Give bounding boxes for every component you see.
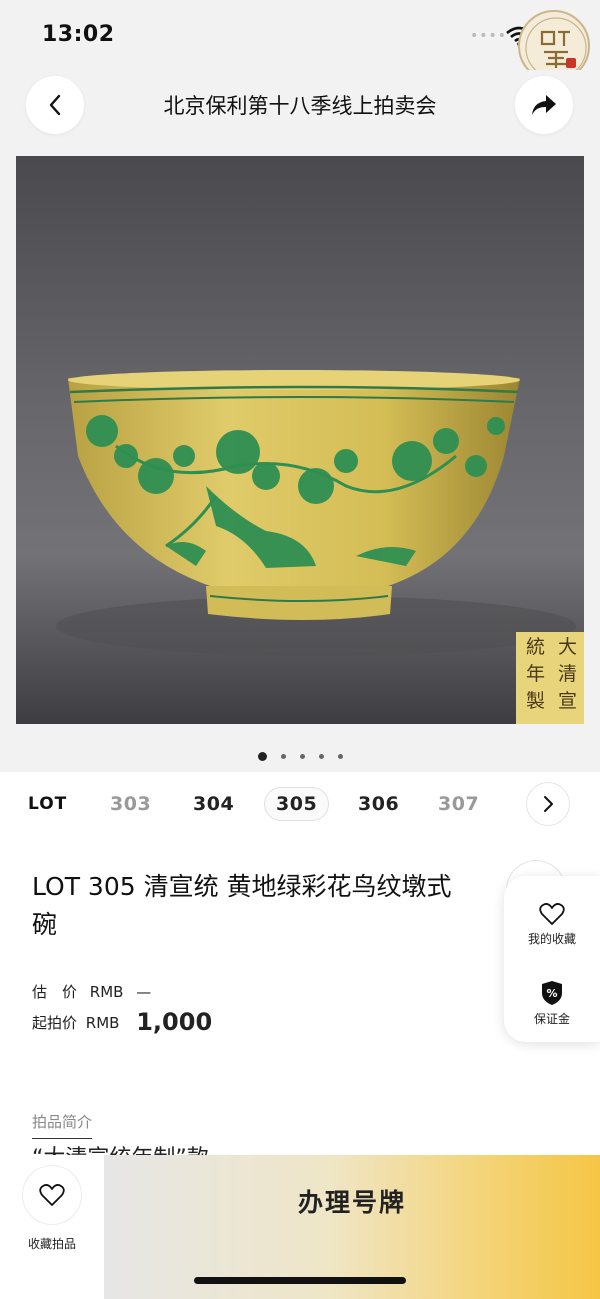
cellular-signal-icon: ••••: [470, 28, 508, 44]
svg-text:統: 統: [526, 636, 545, 658]
lot-photo[interactable]: 大清宣 統年製: [16, 156, 584, 724]
starting-price-value: 1,000: [136, 1008, 213, 1036]
next-lots-button[interactable]: [526, 782, 570, 826]
favorite-lot-label: 收藏拍品: [27, 1237, 76, 1251]
lot-tab-304[interactable]: 304: [193, 793, 234, 815]
svg-text:宣: 宣: [558, 690, 577, 712]
lot-title: LOT 305 清宣统 黄地绿彩花鸟纹墩式碗: [32, 872, 452, 939]
gallery-pagination: [0, 746, 600, 765]
my-favorites-label: 我的收藏: [527, 932, 576, 946]
status-time: 13:02: [42, 22, 115, 47]
pagination-dot[interactable]: [257, 752, 267, 761]
pagination-dot[interactable]: [299, 754, 305, 759]
page-title: 北京保利第十八季线上拍卖会: [163, 94, 437, 118]
app-header: 北京保利第十八季线上拍卖会: [0, 70, 600, 156]
pagination-dot[interactable]: [280, 754, 286, 759]
pagination-dot[interactable]: [318, 754, 324, 759]
image-gallery[interactable]: 大清宣 統年製: [0, 156, 600, 772]
share-arrow-icon: [532, 95, 556, 115]
back-button[interactable]: [26, 76, 84, 134]
bowl-image: 大清宣 統年製: [16, 156, 584, 724]
deposit-symbol: %: [546, 987, 557, 1000]
starting-price-label: 起拍价: [32, 1014, 78, 1032]
lot-tab-306[interactable]: 306: [358, 793, 399, 815]
lot-tab-303[interactable]: 303: [110, 793, 151, 815]
deposit-shield-icon: %: [542, 981, 562, 1005]
estimate-value: —: [136, 983, 152, 1001]
svg-text:大: 大: [558, 636, 577, 658]
register-paddle-label: 办理号牌: [297, 1188, 406, 1217]
favorite-lot-button[interactable]: [22, 1165, 82, 1225]
svg-text:清: 清: [558, 663, 577, 685]
starting-price-row: 起拍价 RMB 1,000: [32, 1008, 212, 1036]
lot-navigator: LOT 303 304 305 306 307: [0, 772, 600, 838]
starting-price-currency: RMB: [85, 1014, 120, 1032]
my-favorites-button[interactable]: 我的收藏: [504, 902, 600, 947]
estimate-currency: RMB: [89, 983, 124, 1001]
svg-text:年: 年: [526, 663, 545, 685]
deposit-label: 保证金: [533, 1012, 570, 1026]
status-bar: 13:02 ••••: [0, 0, 600, 82]
share-button[interactable]: [515, 76, 573, 134]
deposit-button[interactable]: % 保证金: [504, 980, 600, 1027]
chevron-right-icon: [544, 796, 553, 812]
chevron-left-icon: [49, 94, 61, 116]
floating-side-panel: 我的收藏 % 保证金: [504, 876, 600, 1042]
home-indicator[interactable]: [194, 1277, 406, 1284]
pagination-dot[interactable]: [337, 754, 343, 759]
svg-text:製: 製: [526, 690, 545, 712]
lot-tab-307[interactable]: 307: [438, 793, 479, 815]
lot-tab-305[interactable]: 305: [264, 787, 330, 821]
lot-intro-tab[interactable]: 拍品简介: [32, 1111, 93, 1139]
heart-outline-icon: [39, 1184, 65, 1206]
estimate-label: 估 价: [32, 983, 78, 1001]
lot-prefix-label: LOT: [28, 794, 68, 814]
heart-outline-icon: [539, 903, 565, 925]
estimate-row: 估 价 RMB —: [32, 981, 151, 1002]
